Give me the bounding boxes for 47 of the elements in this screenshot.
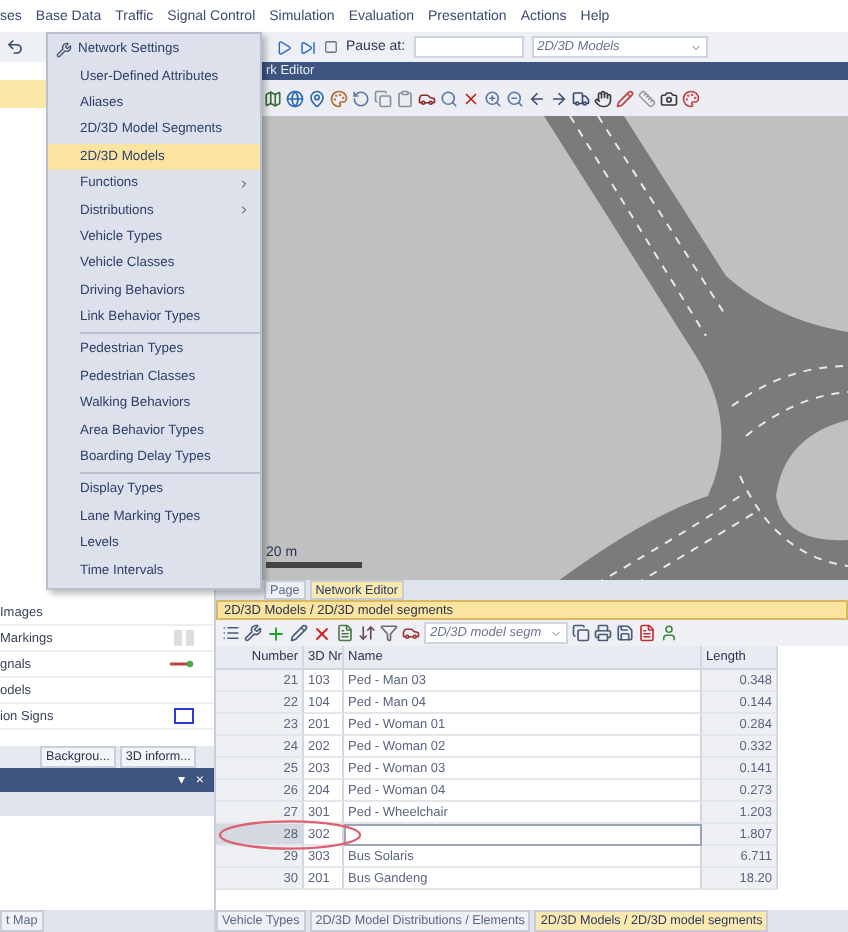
pin-icon[interactable] (308, 89, 326, 107)
arrow-left-icon[interactable] (528, 89, 546, 107)
square-icon (174, 708, 194, 724)
globe-icon[interactable] (286, 89, 304, 107)
car-icon[interactable] (402, 624, 420, 642)
document-icon[interactable] (336, 624, 354, 642)
undo-icon[interactable] (6, 38, 24, 56)
delete-icon[interactable] (312, 623, 332, 643)
camera-icon[interactable] (660, 89, 678, 107)
hand-icon[interactable] (594, 89, 612, 107)
caret-icon (550, 627, 562, 639)
line-icon (170, 660, 194, 668)
pencil-icon[interactable] (616, 89, 634, 107)
wrench-icon[interactable] (244, 624, 262, 642)
close-icon[interactable] (462, 89, 480, 107)
export-icon[interactable] (638, 624, 656, 642)
zoom-out-icon[interactable] (506, 89, 524, 107)
copy-icon[interactable] (374, 89, 392, 107)
rotate-icon[interactable] (352, 89, 370, 107)
pencil-icon[interactable] (290, 624, 308, 642)
add-icon[interactable] (266, 623, 286, 643)
car-icon[interactable] (418, 89, 436, 107)
truck-icon[interactable] (572, 89, 590, 107)
user-icon[interactable] (660, 624, 678, 642)
play-icon[interactable] (276, 39, 292, 55)
name-input-field[interactable] (344, 824, 702, 846)
highlight-ellipse (218, 820, 362, 850)
clipboard-icon[interactable] (396, 89, 414, 107)
toggle-icon (174, 630, 194, 646)
printer-icon[interactable] (594, 624, 612, 642)
step-icon[interactable] (300, 39, 316, 55)
copy-icon[interactable] (572, 624, 590, 642)
caret-icon (689, 41, 702, 53)
list-icon[interactable] (222, 624, 240, 642)
wrench-icon (56, 41, 72, 58)
palette-icon[interactable] (682, 89, 700, 107)
stop-icon[interactable] (324, 40, 338, 54)
map-icon[interactable] (264, 89, 282, 107)
sort-icon[interactable] (358, 624, 376, 642)
save-icon[interactable] (616, 624, 634, 642)
scale-bar (266, 562, 362, 568)
pause-field[interactable] (413, 36, 524, 58)
palette-icon[interactable] (330, 89, 348, 107)
arrow-right-icon[interactable] (550, 89, 568, 107)
zoom-in-icon[interactable] (484, 89, 502, 107)
filter-icon[interactable] (380, 624, 398, 642)
search-icon[interactable] (440, 89, 458, 107)
